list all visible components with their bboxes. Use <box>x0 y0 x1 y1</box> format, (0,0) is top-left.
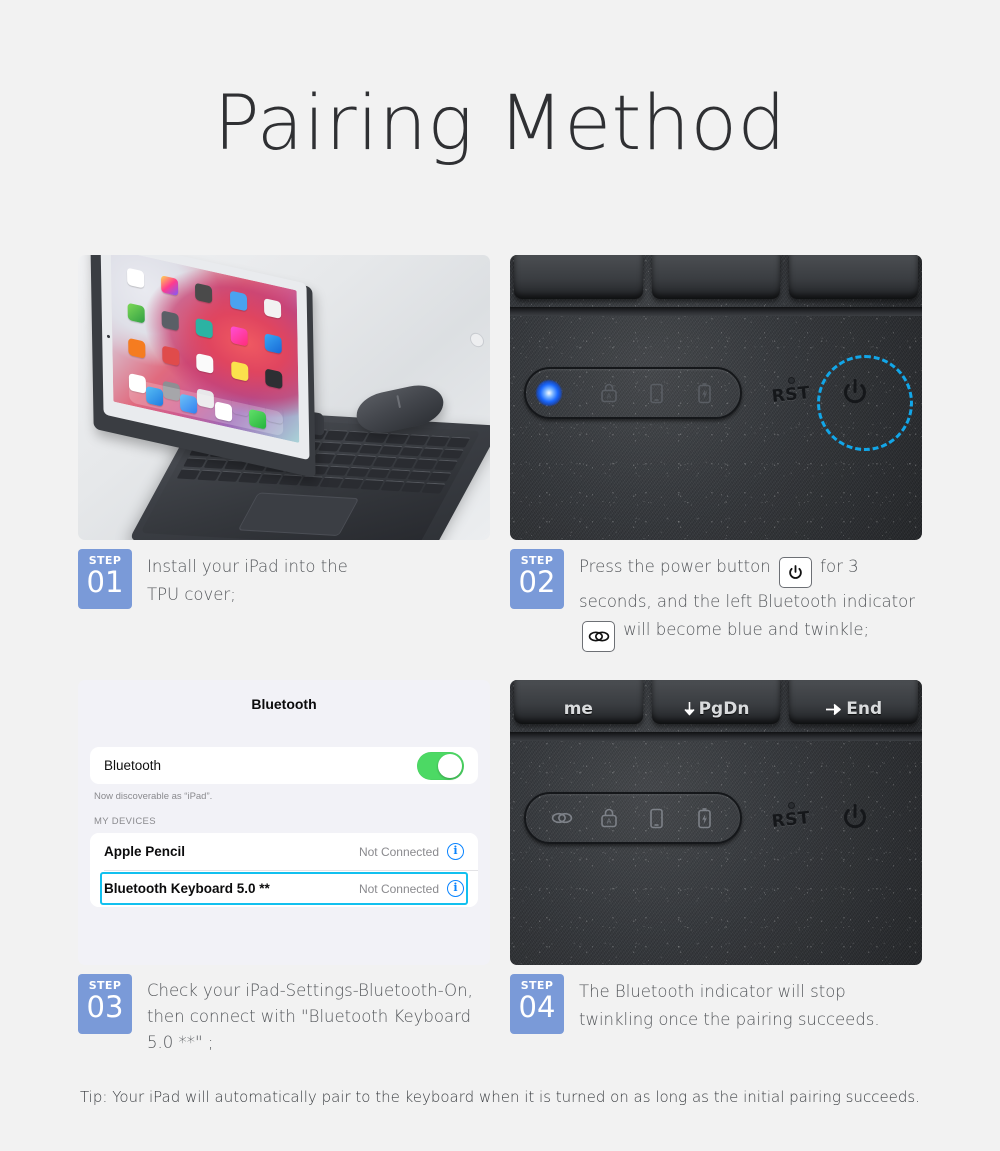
device-name: Apple Pencil <box>104 844 186 859</box>
device-row-bluetooth-keyboard[interactable]: Bluetooth Keyboard 5.0 ** Not Connected … <box>90 870 478 907</box>
step-badge-04: STEP 04 <box>510 974 564 1034</box>
keycap-label: me <box>563 699 593 719</box>
bluetooth-link-icon-inline <box>582 621 615 652</box>
power-icon[interactable] <box>840 377 870 407</box>
device-icon <box>645 806 669 830</box>
toggle-knob <box>438 753 462 778</box>
step-badge-01: STEP 01 <box>78 549 132 609</box>
keycap-label-pgdn: PgDn <box>652 699 781 719</box>
ipad-scene <box>78 255 490 540</box>
device-status: Not Connected <box>358 881 439 896</box>
power-icon[interactable] <box>840 802 870 832</box>
deck-edge <box>510 307 922 316</box>
keycap-row <box>510 255 922 307</box>
page-title: Pairing Method <box>213 78 787 167</box>
keycap <box>789 255 919 299</box>
svg-text:A: A <box>607 818 612 826</box>
step-badge-number: 03 <box>86 990 124 1024</box>
keycap <box>514 255 643 299</box>
bluetooth-toggle-row[interactable]: Bluetooth <box>90 747 478 784</box>
bluetooth-toggle-switch[interactable] <box>417 751 464 780</box>
step-03-caption: STEP 03 Check your iPad-Settings-Bluetoo… <box>78 974 490 1056</box>
device-name: Bluetooth Keyboard 5.0 ** <box>104 881 270 896</box>
step-03-text: Check your iPad-Settings-Bluetooth-On, t… <box>147 981 473 1052</box>
keycap-row: me PgDn End <box>510 680 922 732</box>
deck-edge <box>510 732 922 741</box>
step-badge-number: 02 <box>518 565 556 599</box>
step-01-text: Install your iPad into the TPU cover; <box>147 557 348 604</box>
keycap-pgdn: PgDn <box>651 680 781 724</box>
step-badge-number: 04 <box>518 990 556 1024</box>
step-cell-03: Bluetooth Bluetooth Now discoverable as … <box>78 680 490 1056</box>
device-icon <box>645 381 669 405</box>
info-icon[interactable]: i <box>447 880 464 897</box>
reset-button[interactable]: RST <box>768 802 814 832</box>
step-02-photo: A RST <box>510 255 922 540</box>
device-status: Not Connected <box>358 844 439 859</box>
keyboard-closeup-lit: A RST <box>510 255 922 540</box>
pairing-method-page: Pairing Method STEP 01 Install your iPad… <box>0 0 1000 1151</box>
arrow-down-icon <box>683 702 695 716</box>
step-04-photo: me PgDn End A RST <box>510 680 922 965</box>
device-row-apple-pencil[interactable]: Apple Pencil Not Connected i <box>90 833 478 870</box>
step-03-photo: Bluetooth Bluetooth Now discoverable as … <box>78 680 490 965</box>
reset-pinhole-icon <box>787 377 795 384</box>
svg-text:A: A <box>607 393 612 401</box>
reset-button[interactable]: RST <box>768 377 814 407</box>
keyboard-closeup-off: me PgDn End A RST <box>510 680 922 965</box>
keycap <box>651 255 781 299</box>
battery-icon <box>692 381 716 405</box>
step-01-caption: STEP 01 Install your iPad into the TPU c… <box>78 549 490 609</box>
step-04-text: The Bluetooth indicator will stop twinkl… <box>579 982 880 1029</box>
step-02-text-part3: will become blue and twinkle; <box>623 620 870 639</box>
keycap-label-end: End <box>789 699 918 719</box>
info-icon[interactable]: i <box>447 843 464 860</box>
discoverable-note: Now discoverable as “iPad”. <box>94 791 213 802</box>
ipad-home-button <box>470 331 484 349</box>
bluetooth-link-icon <box>550 806 574 830</box>
bluetooth-toggle-label: Bluetooth <box>104 758 162 773</box>
tip-text: Tip: Your iPad will automatically pair t… <box>79 1088 920 1106</box>
led-indicator-strip: A <box>524 792 742 844</box>
step-02-text-part1: Press the power button <box>579 557 771 576</box>
my-devices-header: MY DEVICES <box>94 816 156 827</box>
bluetooth-led-glow <box>536 380 562 406</box>
caps-lock-icon: A <box>597 381 621 405</box>
front-camera-icon <box>107 334 110 339</box>
device-list: Apple Pencil Not Connected i Bluetooth K… <box>90 833 478 907</box>
step-04-caption: STEP 04 The Bluetooth indicator will sto… <box>510 974 922 1034</box>
keycap-end: End <box>789 680 919 724</box>
bluetooth-panel-header: Bluetooth <box>251 696 317 712</box>
step-cell-04: me PgDn End A RST STEP 04 The Bluetooth … <box>510 680 922 1034</box>
bluetooth-settings-panel: Bluetooth Bluetooth Now discoverable as … <box>78 680 490 965</box>
reset-label: RST <box>770 808 812 832</box>
reset-label: RST <box>770 383 812 407</box>
trackpad <box>237 492 360 537</box>
reset-pinhole-icon <box>787 802 795 809</box>
keycap-home: me <box>514 680 643 724</box>
caps-lock-icon: A <box>597 806 621 830</box>
power-icon-inline <box>778 557 812 588</box>
step-badge-02: STEP 02 <box>510 549 564 609</box>
step-badge-number: 01 <box>86 565 124 599</box>
step-badge-03: STEP 03 <box>78 974 132 1034</box>
battery-icon <box>692 806 716 830</box>
step-01-photo <box>78 255 490 540</box>
step-02-caption: STEP 02 Press the power button for 3 sec… <box>510 549 922 652</box>
step-cell-02: A RST STEP 02 Press the power button for… <box>510 255 922 652</box>
arrow-right-icon <box>826 703 842 715</box>
step-cell-01: STEP 01 Install your iPad into the TPU c… <box>78 255 490 609</box>
step-02-text: Press the power button for 3 seconds, an… <box>579 549 922 652</box>
